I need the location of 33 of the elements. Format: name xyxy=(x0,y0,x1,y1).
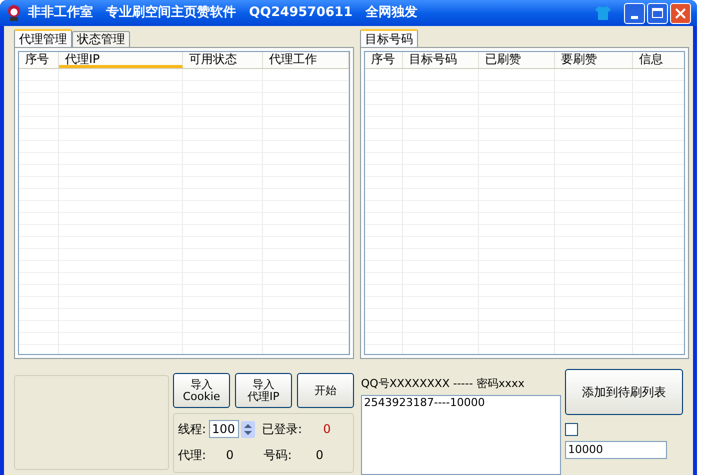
close-icon xyxy=(675,8,686,18)
amount-field[interactable]: 10000 xyxy=(565,441,667,459)
column-header[interactable]: 要刷赞 xyxy=(555,52,633,68)
tab[interactable]: 状态管理 xyxy=(72,31,130,47)
column-header[interactable]: 可用状态 xyxy=(183,52,263,68)
column-header[interactable]: 已刷赞 xyxy=(479,52,555,68)
add-to-queue-button[interactable]: 添加到待刷列表 xyxy=(565,369,683,415)
number-label: 号码: xyxy=(264,447,292,464)
option-checkbox[interactable] xyxy=(565,423,578,436)
action-button[interactable]: 开始 xyxy=(297,373,354,408)
logged-in-count: 0 xyxy=(323,421,331,438)
column-header[interactable]: 序号 xyxy=(365,52,403,68)
column-header[interactable]: 代理工作 xyxy=(263,52,349,68)
maximize-button[interactable] xyxy=(647,2,668,24)
minimize-button[interactable] xyxy=(624,2,645,24)
threads-label: 线程: xyxy=(178,421,206,438)
window-title: 非非工作室 专业刷空间主页赞软件 QQ249570611 全网独发 xyxy=(28,4,419,22)
accounts-textarea[interactable]: 2543923187----10000 xyxy=(361,395,561,475)
column-header[interactable]: 序号 xyxy=(19,52,59,68)
column-header[interactable]: 目标号码 xyxy=(403,52,479,68)
close-button[interactable] xyxy=(670,2,691,24)
tab[interactable]: 代理管理 xyxy=(14,29,72,47)
proxy-label: 代理: xyxy=(178,447,206,464)
app-icon xyxy=(6,4,22,22)
tab[interactable]: 目标号码 xyxy=(360,29,418,47)
column-header[interactable]: 信息 xyxy=(633,52,684,68)
logged-in-label: 已登录: xyxy=(262,421,302,438)
action-button[interactable]: 导入 代理IP xyxy=(235,373,292,408)
spinner-arrows-icon[interactable] xyxy=(241,420,256,438)
format-hint: QQ号XXXXXXXX ----- 密码xxxx xyxy=(361,377,526,391)
proxy-count: 0 xyxy=(226,447,234,464)
action-button[interactable]: 导入 Cookie xyxy=(173,373,230,408)
number-count: 0 xyxy=(316,447,324,464)
